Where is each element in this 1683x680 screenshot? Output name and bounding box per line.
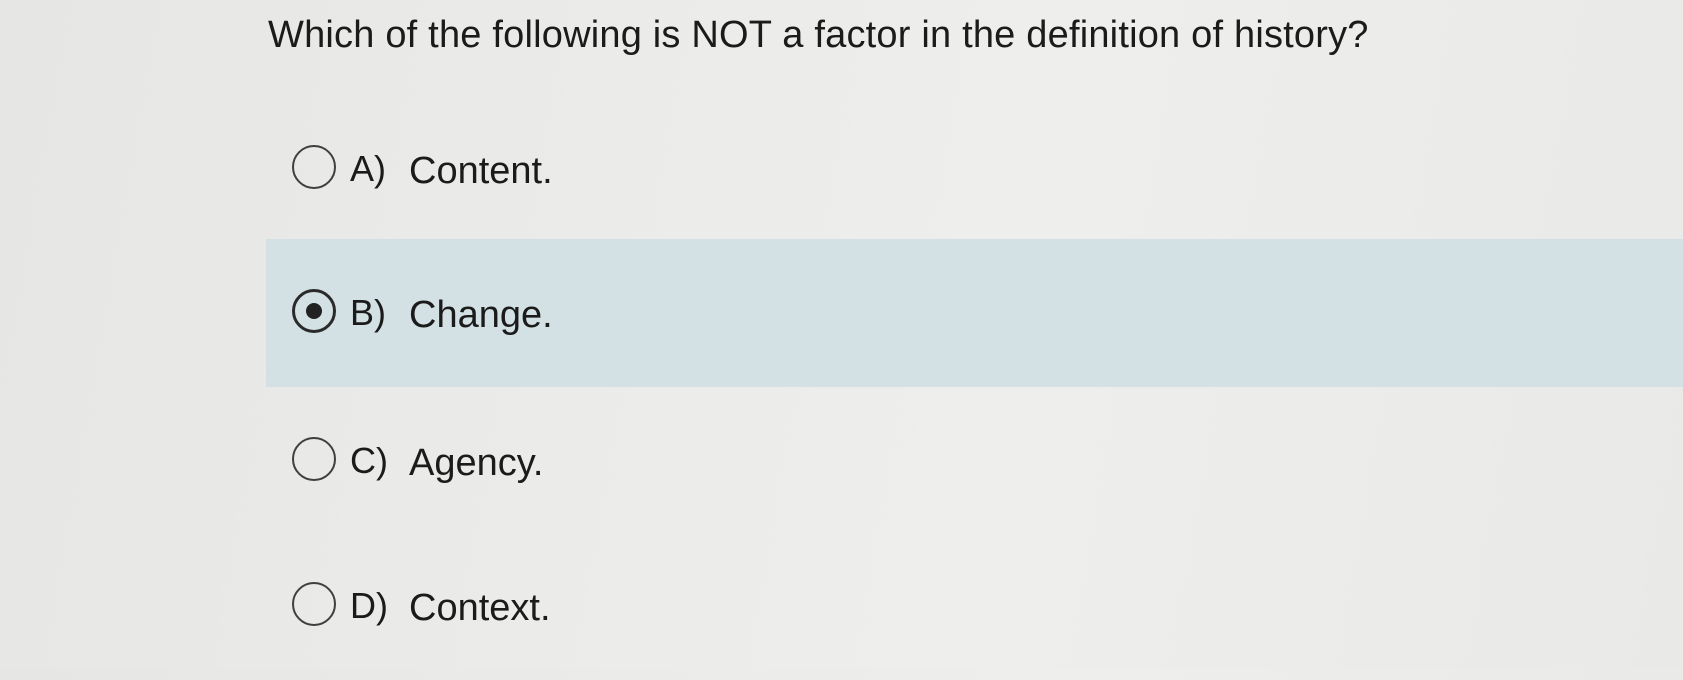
option-letter: D) bbox=[350, 585, 388, 626]
option-letter: C) bbox=[350, 440, 388, 481]
radio-unchecked-icon[interactable] bbox=[292, 582, 336, 626]
option-label: Context. bbox=[409, 587, 551, 629]
option-label: Content. bbox=[409, 150, 553, 192]
option-label: Change. bbox=[409, 294, 553, 336]
option-letter: B) bbox=[350, 292, 386, 333]
option-label: Agency. bbox=[409, 442, 544, 484]
radio-checked-icon[interactable] bbox=[292, 289, 336, 333]
radio-unchecked-icon[interactable] bbox=[292, 437, 336, 481]
option-d[interactable]: D) Context. bbox=[266, 532, 1683, 680]
answer-options: A) Content. B) Change. C) Agency. D) Con… bbox=[0, 0, 1683, 669]
option-c[interactable]: C) Agency. bbox=[266, 387, 1683, 535]
option-letter: A) bbox=[350, 148, 386, 189]
option-a[interactable]: A) Content. bbox=[266, 95, 1683, 243]
radio-unchecked-icon[interactable] bbox=[292, 145, 336, 189]
option-b[interactable]: B) Change. bbox=[266, 239, 1683, 387]
radio-dot bbox=[306, 303, 322, 319]
